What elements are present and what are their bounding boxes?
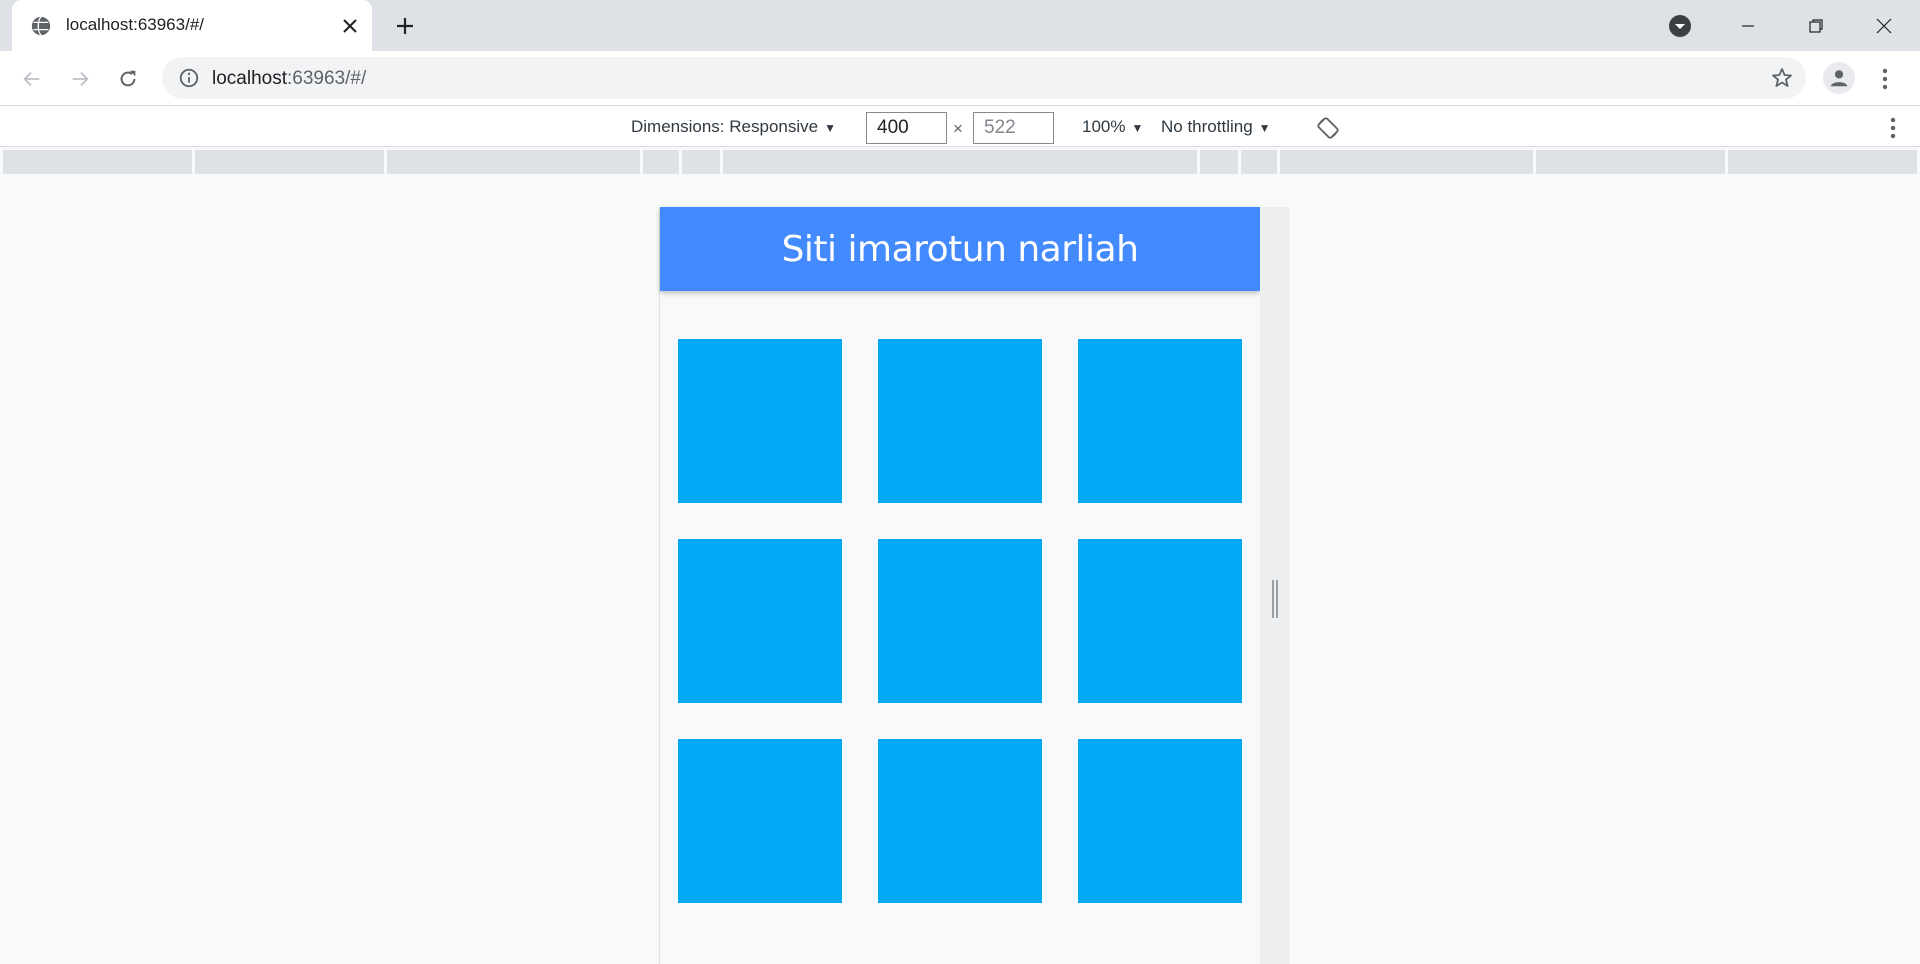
device-toolbar: Dimensions: Responsive ▼ × 100% ▼ No throt… [0, 107, 1920, 147]
dropdown-arrow: ▼ [1131, 121, 1144, 135]
throttling-label: No throttling [1161, 117, 1253, 136]
ruler-segment[interactable] [194, 150, 384, 174]
ruler-segment[interactable] [643, 150, 680, 174]
dimensions-dropdown[interactable]: Dimensions: Responsive ▼ [631, 117, 836, 137]
arrow-right-icon[interactable] [65, 64, 95, 94]
restore-icon[interactable] [1786, 0, 1846, 51]
ruler-segment[interactable] [1279, 150, 1534, 174]
more-vertical-icon[interactable] [1878, 115, 1908, 141]
arrow-left-icon[interactable] [17, 64, 47, 94]
tab-strip: localhost:63963/#/ [0, 0, 1920, 51]
grid-box [678, 739, 842, 903]
grid-box [878, 339, 1042, 503]
grid-box [678, 339, 842, 503]
ruler-segment[interactable] [1240, 150, 1277, 174]
app-bar: Siti imarotun narliah [660, 207, 1260, 291]
address-bar[interactable]: localhost:63963/#/ [162, 57, 1806, 99]
minimize-icon[interactable] [1718, 0, 1778, 51]
ruler-segment[interactable] [1536, 150, 1726, 174]
width-input[interactable] [866, 112, 947, 144]
ruler-segment[interactable] [723, 150, 1197, 174]
grid-box [878, 739, 1042, 903]
ruler-segment[interactable] [386, 150, 641, 174]
ruler-segment[interactable] [1199, 150, 1238, 174]
ruler-segment[interactable] [1728, 150, 1917, 174]
ruler-segment[interactable] [3, 150, 192, 174]
grid-box [1078, 539, 1242, 703]
grid-box [678, 539, 842, 703]
dropdown-arrow: ▼ [1258, 121, 1271, 135]
zoom-dropdown[interactable]: 100% ▼ [1082, 117, 1143, 137]
browser-tab[interactable]: localhost:63963/#/ [12, 0, 372, 51]
device-viewport: Siti imarotun narliah [659, 207, 1260, 964]
dropdown-arrow: ▼ [824, 121, 836, 135]
star-icon[interactable] [1770, 66, 1794, 90]
info-icon[interactable] [178, 67, 200, 89]
grid-box [1078, 739, 1242, 903]
dimensions-label: Dimensions: Responsive [631, 117, 819, 136]
url-text[interactable]: localhost:63963/#/ [212, 68, 366, 90]
box-grid [678, 339, 1242, 903]
browser-toolbar: localhost:63963/#/ [0, 51, 1920, 106]
globe-icon [30, 15, 52, 37]
rotate-icon[interactable] [1316, 116, 1340, 140]
more-vertical-icon[interactable] [1870, 64, 1900, 94]
app-title: Siti imarotun narliah [781, 228, 1139, 270]
reload-icon[interactable] [113, 64, 143, 94]
media-query-ruler [3, 150, 1917, 174]
person-icon[interactable] [1823, 62, 1855, 94]
url-host: localhost [212, 68, 287, 89]
resize-handle[interactable] [1272, 580, 1278, 618]
close-icon[interactable] [337, 13, 363, 39]
grid-box [878, 539, 1042, 703]
tab-title: localhost:63963/#/ [66, 15, 204, 34]
url-path: :63963/#/ [287, 68, 367, 89]
grid-box [1078, 339, 1242, 503]
plus-icon[interactable] [390, 11, 420, 41]
close-window-icon[interactable] [1854, 0, 1914, 51]
tab-search-icon[interactable] [1668, 14, 1692, 38]
height-input[interactable] [973, 112, 1054, 144]
throttling-dropdown[interactable]: No throttling ▼ [1161, 117, 1271, 137]
zoom-label: 100% [1082, 117, 1126, 136]
ruler-segment[interactable] [682, 150, 721, 174]
dimension-separator: × [953, 119, 963, 138]
